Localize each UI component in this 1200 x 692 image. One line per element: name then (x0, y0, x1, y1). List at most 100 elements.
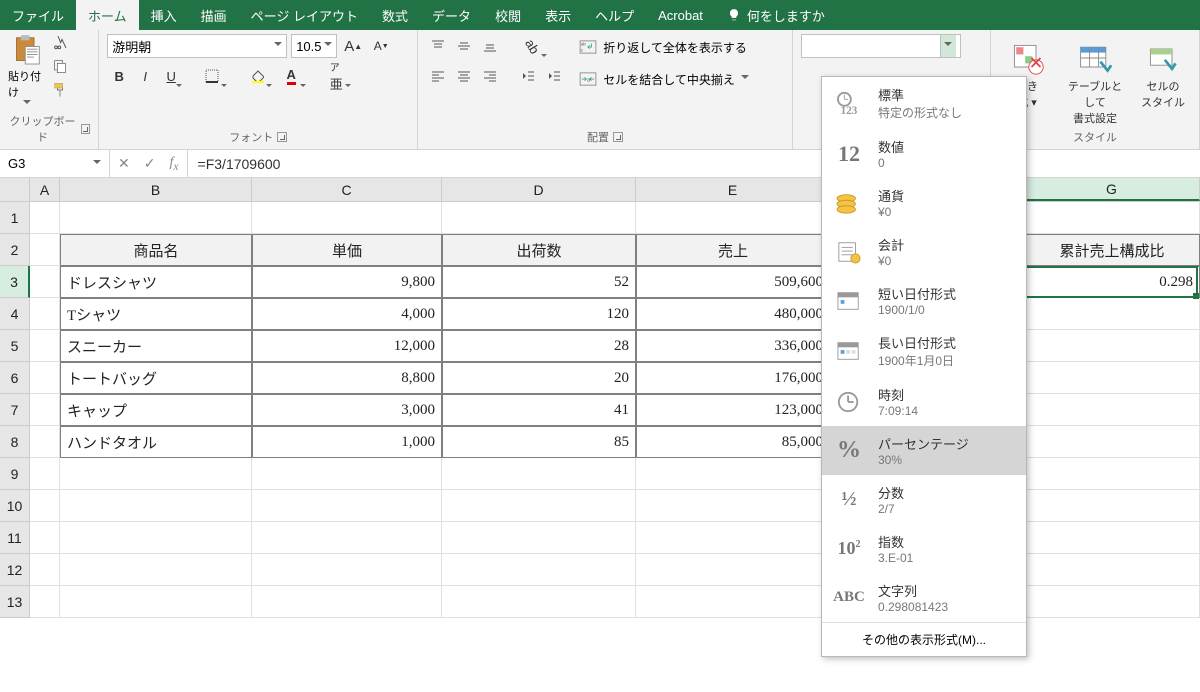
cell[interactable] (30, 458, 60, 490)
numfmt-option-date-long[interactable]: 長い日付形式1900年1月0日 (822, 325, 1026, 377)
cell[interactable]: 商品名 (60, 234, 252, 266)
merge-center-button[interactable]: a セルを結合して中央揃え (572, 66, 756, 92)
align-bottom-button[interactable] (478, 34, 502, 58)
fx-icon[interactable]: fx (169, 155, 178, 173)
cell[interactable]: 売上 (636, 234, 830, 266)
cell[interactable] (442, 202, 636, 234)
row-header[interactable]: 2 (0, 234, 30, 266)
increase-font-button[interactable]: A▲ (341, 34, 365, 58)
cell[interactable]: スニーカー (60, 330, 252, 362)
col-header-E[interactable]: E (636, 178, 830, 201)
border-button[interactable] (196, 64, 228, 88)
numfmt-option-text[interactable]: ABC文字列0.298081423 (822, 573, 1026, 622)
bold-button[interactable]: B (107, 64, 131, 88)
cell[interactable]: 8,800 (252, 362, 442, 394)
cell[interactable] (252, 554, 442, 586)
cell[interactable] (30, 266, 60, 298)
format-painter-icon[interactable] (52, 82, 68, 98)
row-header[interactable]: 9 (0, 458, 30, 490)
numfmt-option-percent[interactable]: %パーセンテージ30% (822, 426, 1026, 475)
cell[interactable] (442, 490, 636, 522)
cell[interactable] (1024, 394, 1200, 426)
cell[interactable] (636, 458, 830, 490)
cell[interactable] (60, 522, 252, 554)
tab-page-layout[interactable]: ページ レイアウト (239, 0, 370, 30)
col-header-A[interactable]: A (30, 178, 60, 201)
font-name-select[interactable]: 游明朝 (107, 34, 287, 58)
cell[interactable] (60, 458, 252, 490)
cell[interactable]: 出荷数 (442, 234, 636, 266)
cell[interactable] (442, 554, 636, 586)
cell[interactable]: Tシャツ (60, 298, 252, 330)
cell[interactable]: 480,000 (636, 298, 830, 330)
cell[interactable] (1024, 490, 1200, 522)
row-header[interactable]: 10 (0, 490, 30, 522)
decrease-indent-button[interactable] (516, 64, 540, 88)
cell[interactable]: キャップ (60, 394, 252, 426)
cell[interactable]: 累計売上構成比 (1024, 234, 1200, 266)
underline-button[interactable]: U (159, 64, 183, 88)
numfmt-option-currency[interactable]: 通貨¥0 (822, 178, 1026, 227)
cell[interactable] (30, 362, 60, 394)
cell[interactable]: 1,000 (252, 426, 442, 458)
cell-G3[interactable]: 0.298 (1024, 266, 1200, 298)
row-header[interactable]: 5 (0, 330, 30, 362)
cell[interactable] (30, 234, 60, 266)
numfmt-option-accounting[interactable]: 会計¥0 (822, 227, 1026, 276)
cell[interactable]: 20 (442, 362, 636, 394)
cell[interactable] (1024, 458, 1200, 490)
cell[interactable]: 4,000 (252, 298, 442, 330)
name-box[interactable]: G3 (0, 150, 110, 177)
cell[interactable] (30, 298, 60, 330)
cell[interactable] (1024, 298, 1200, 330)
cell[interactable] (636, 586, 830, 618)
numfmt-option-scientific[interactable]: 102指数3.E-01 (822, 524, 1026, 573)
tab-insert[interactable]: 挿入 (139, 0, 189, 30)
cell[interactable] (442, 586, 636, 618)
cell[interactable]: 41 (442, 394, 636, 426)
cell[interactable] (60, 490, 252, 522)
cell[interactable] (442, 458, 636, 490)
wrap-text-button[interactable]: abc 折り返して全体を表示する (572, 34, 756, 60)
cell[interactable]: 3,000 (252, 394, 442, 426)
cell[interactable] (252, 586, 442, 618)
cell[interactable] (636, 554, 830, 586)
cancel-formula-icon[interactable]: ✕ (118, 155, 130, 172)
cell[interactable]: 9,800 (252, 266, 442, 298)
cell[interactable] (252, 522, 442, 554)
cell[interactable]: 52 (442, 266, 636, 298)
increase-indent-button[interactable] (542, 64, 566, 88)
cell[interactable]: トートバッグ (60, 362, 252, 394)
align-center-button[interactable] (452, 64, 476, 88)
cell[interactable] (252, 202, 442, 234)
tab-file[interactable]: ファイル (0, 0, 76, 30)
row-header[interactable]: 7 (0, 394, 30, 426)
align-right-button[interactable] (478, 64, 502, 88)
cell[interactable]: 509,600 (636, 266, 830, 298)
numfmt-option-general[interactable]: 123標準特定の形式なし (822, 77, 1026, 129)
cell[interactable] (30, 426, 60, 458)
tab-home[interactable]: ホーム (76, 0, 139, 30)
col-header-D[interactable]: D (442, 178, 636, 201)
cell[interactable] (30, 330, 60, 362)
decrease-font-button[interactable]: A▼ (369, 34, 393, 58)
cell[interactable] (442, 522, 636, 554)
cell[interactable] (1024, 522, 1200, 554)
dialog-launcher-icon[interactable] (613, 132, 623, 142)
cell[interactable]: 336,000 (636, 330, 830, 362)
cell[interactable] (1024, 330, 1200, 362)
cell[interactable] (1024, 202, 1200, 234)
cell[interactable] (60, 202, 252, 234)
cell[interactable] (30, 490, 60, 522)
row-header[interactable]: 11 (0, 522, 30, 554)
tell-me[interactable]: 何をしますか (727, 0, 825, 30)
enter-formula-icon[interactable]: ✓ (144, 155, 156, 172)
tab-help[interactable]: ヘルプ (583, 0, 646, 30)
dialog-launcher-icon[interactable] (277, 132, 287, 142)
more-number-formats[interactable]: その他の表示形式(M)... (822, 622, 1026, 656)
cell[interactable]: 28 (442, 330, 636, 362)
orientation-button[interactable]: ab (516, 34, 548, 58)
cell[interactable] (30, 586, 60, 618)
select-all-corner[interactable] (0, 178, 30, 201)
row-header[interactable]: 6 (0, 362, 30, 394)
